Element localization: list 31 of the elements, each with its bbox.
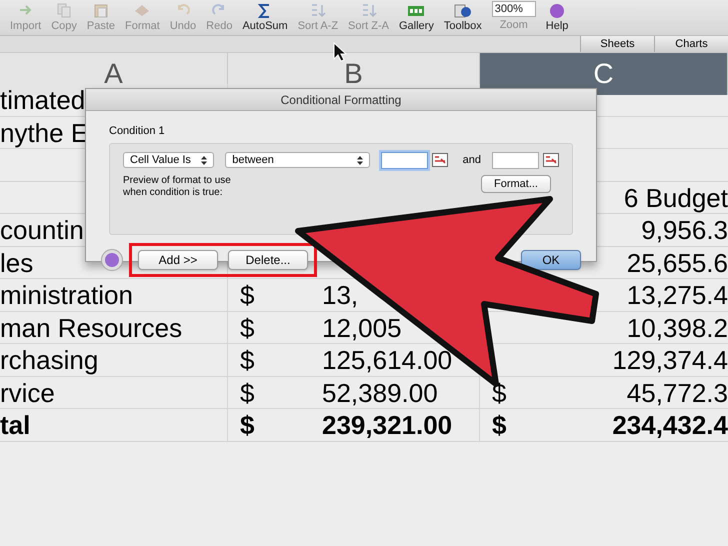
table-cell: 45,772.3	[626, 376, 728, 410]
table-cell: rvice	[0, 378, 55, 408]
table-cell: man Resources	[0, 312, 182, 342]
dialog-title: Conditional Formatting	[86, 89, 596, 111]
table-cell: 129,374.4	[612, 344, 728, 377]
table-cell: $	[492, 409, 506, 442]
table-cell: 52,389.00	[322, 376, 438, 410]
table-cell: 239,321.00	[322, 409, 452, 442]
table-cell: $	[240, 345, 254, 375]
table-cell: 25,655.6	[626, 246, 728, 278]
table-cell: 12,005	[322, 312, 402, 344]
table-cell: 125,614.00	[322, 344, 452, 377]
table-cell: tal	[0, 410, 30, 440]
table-cell: 9,956.3	[641, 214, 728, 246]
condition-label: Condition 1	[109, 124, 166, 139]
table-cell: $	[240, 312, 254, 342]
table-cell: $	[240, 280, 254, 310]
table-cell: 13,275.4	[626, 279, 728, 312]
table-cell: 6 Budget	[624, 182, 728, 214]
table-cell: 10,398.2	[626, 312, 728, 344]
table-cell: ministration	[0, 280, 133, 310]
and-label: and	[462, 152, 481, 168]
table-cell: $	[240, 410, 254, 440]
table-cell: $	[240, 378, 254, 408]
table-cell: les	[0, 248, 34, 278]
table-cell: 13,	[322, 279, 358, 312]
table-cell: 234,432.4	[612, 409, 728, 442]
table-cell: countin	[0, 215, 84, 245]
table-cell: rchasing	[0, 345, 98, 375]
toolbar-label: Zoom	[500, 18, 528, 32]
preview-label: Preview of format to use when condition is true:	[123, 174, 231, 198]
